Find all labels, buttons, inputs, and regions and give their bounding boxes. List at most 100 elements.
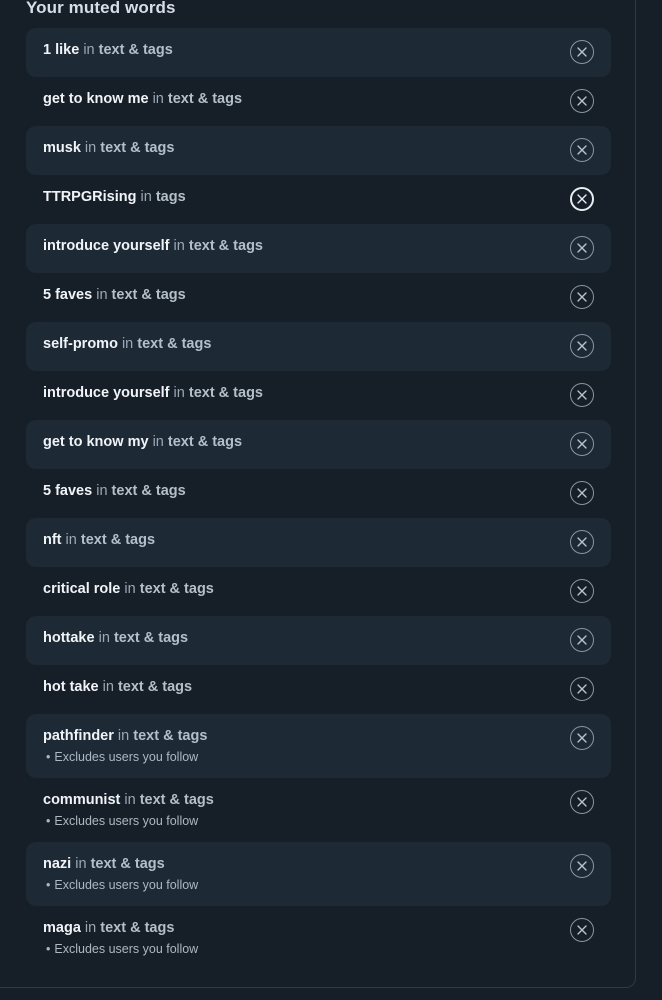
remove-muted-word-button[interactable]: [570, 677, 594, 701]
in-label: in: [98, 630, 110, 646]
remove-muted-word-button[interactable]: [570, 285, 594, 309]
remove-muted-word-button[interactable]: [570, 40, 594, 64]
close-icon: [577, 390, 587, 400]
muted-word-row: self-promo in text & tags: [26, 322, 611, 371]
bullet-dot: •: [46, 814, 51, 828]
in-label: in: [102, 679, 114, 695]
muted-word-row: introduce yourself in text & tags: [26, 224, 611, 273]
bullet-dot: •: [46, 942, 51, 956]
muted-word-text: hottake: [43, 630, 95, 646]
muted-word-row: critical role in text & tags: [26, 567, 611, 616]
remove-muted-word-button[interactable]: [570, 579, 594, 603]
in-label: in: [83, 42, 95, 58]
in-label: in: [65, 532, 77, 548]
section-title: Your muted words: [26, 0, 176, 17]
in-label: in: [152, 91, 164, 107]
muted-word-line: hot take in text & tags: [43, 678, 611, 696]
remove-muted-word-button[interactable]: [570, 790, 594, 814]
exclusion-note-text: Excludes users you follow: [54, 750, 199, 764]
muted-word-line: nazi in text & tags: [43, 855, 611, 873]
remove-muted-word-button[interactable]: [570, 89, 594, 113]
exclusion-note: • Excludes users you follow: [43, 941, 611, 957]
muted-word-scope: text & tags: [168, 91, 242, 107]
scope-value: text & tags: [111, 483, 186, 499]
scope-value: text & tags: [100, 140, 175, 156]
muted-word-scope: tags: [156, 189, 186, 205]
remove-muted-word-button[interactable]: [570, 383, 594, 407]
remove-muted-word-button[interactable]: [570, 138, 594, 162]
in-label: in: [96, 483, 108, 499]
in-label: in: [96, 287, 108, 303]
in-label: in: [152, 434, 164, 450]
muted-word-row: hottake in text & tags: [26, 616, 611, 665]
remove-muted-word-button[interactable]: [570, 236, 594, 260]
scope-value: text & tags: [167, 91, 243, 107]
remove-muted-word-button[interactable]: [570, 334, 594, 358]
scope-value: text & tags: [111, 287, 186, 303]
muted-word-line: get to know me in text & tags: [43, 90, 611, 108]
muted-word-text: 1 like: [43, 42, 80, 58]
scope-value: text & tags: [137, 336, 212, 352]
muted-word-row: 5 faves in text & tags: [26, 273, 611, 322]
muted-word-text: nazi: [43, 856, 72, 872]
remove-muted-word-button[interactable]: [570, 628, 594, 652]
muted-word-text: get to know my: [43, 434, 149, 450]
close-icon: [577, 488, 587, 498]
muted-word-text: introduce yourself: [43, 238, 170, 254]
muted-word-text: TTRPGRising: [43, 189, 137, 205]
remove-muted-word-button[interactable]: [570, 918, 594, 942]
bullet-dot: •: [46, 750, 51, 764]
exclusion-note-text: Excludes users you follow: [54, 878, 199, 892]
muted-word-row: 5 faves in text & tags: [26, 469, 611, 518]
close-icon: [577, 797, 587, 807]
exclusion-note: • Excludes users you follow: [43, 877, 611, 893]
muted-word-row: maga in text & tags • Excludes users you f…: [26, 906, 611, 970]
remove-muted-word-button[interactable]: [570, 481, 594, 505]
in-label: in: [124, 792, 136, 808]
muted-word-line: pathfinder in text & tags: [43, 727, 611, 745]
in-label: in: [117, 728, 130, 744]
muted-word-row: nazi in text & tags • Excludes users you f…: [26, 842, 611, 906]
muted-word-row: 1 like in text & tags: [26, 28, 611, 77]
muted-word-line: communist in text & tags: [43, 791, 611, 809]
in-label: in: [140, 189, 152, 205]
muted-word-line: 1 like in text & tags: [43, 41, 611, 59]
remove-muted-word-button[interactable]: [570, 726, 594, 750]
in-label: in: [173, 238, 185, 254]
muted-word-line: introduce yourself in text & tags: [43, 384, 611, 402]
muted-word-scope: text & tags: [114, 630, 188, 646]
muted-words-panel: Your muted words 1 like in text & tags ge…: [0, 0, 636, 988]
remove-muted-word-button[interactable]: [570, 854, 594, 878]
muted-word-text: communist: [43, 792, 121, 808]
remove-muted-word-button[interactable]: [570, 530, 594, 554]
muted-word-line: self-promo in text & tags: [43, 335, 611, 353]
muted-word-scope: text & tags: [133, 728, 207, 744]
muted-word-line: critical role in text & tags: [43, 580, 611, 598]
scope-value: text & tags: [100, 920, 175, 936]
scope-value: text & tags: [167, 434, 243, 450]
scope-value: text & tags: [80, 532, 156, 548]
muted-word-text: introduce yourself: [43, 385, 170, 401]
muted-word-scope: text & tags: [118, 679, 192, 695]
muted-word-row: musk in text & tags: [26, 126, 611, 175]
scope-value: text & tags: [133, 728, 208, 744]
close-icon: [577, 47, 587, 57]
muted-word-scope: text & tags: [189, 385, 263, 401]
muted-word-scope: text & tags: [140, 792, 214, 808]
in-label: in: [121, 336, 134, 352]
scope-value: text & tags: [188, 385, 263, 401]
muted-word-text: hot take: [43, 679, 99, 695]
in-label: in: [84, 140, 97, 156]
muted-word-scope: text & tags: [137, 336, 211, 352]
remove-muted-word-button[interactable]: [570, 187, 594, 211]
close-icon: [577, 194, 587, 204]
muted-word-text: self-promo: [43, 336, 118, 352]
muted-word-row: get to know my in text & tags: [26, 420, 611, 469]
muted-word-scope: text & tags: [112, 483, 186, 499]
remove-muted-word-button[interactable]: [570, 432, 594, 456]
close-icon: [577, 96, 587, 106]
muted-word-text: critical role: [43, 581, 121, 597]
muted-word-text: maga: [43, 920, 81, 936]
muted-word-row: introduce yourself in text & tags: [26, 371, 611, 420]
close-icon: [577, 861, 587, 871]
